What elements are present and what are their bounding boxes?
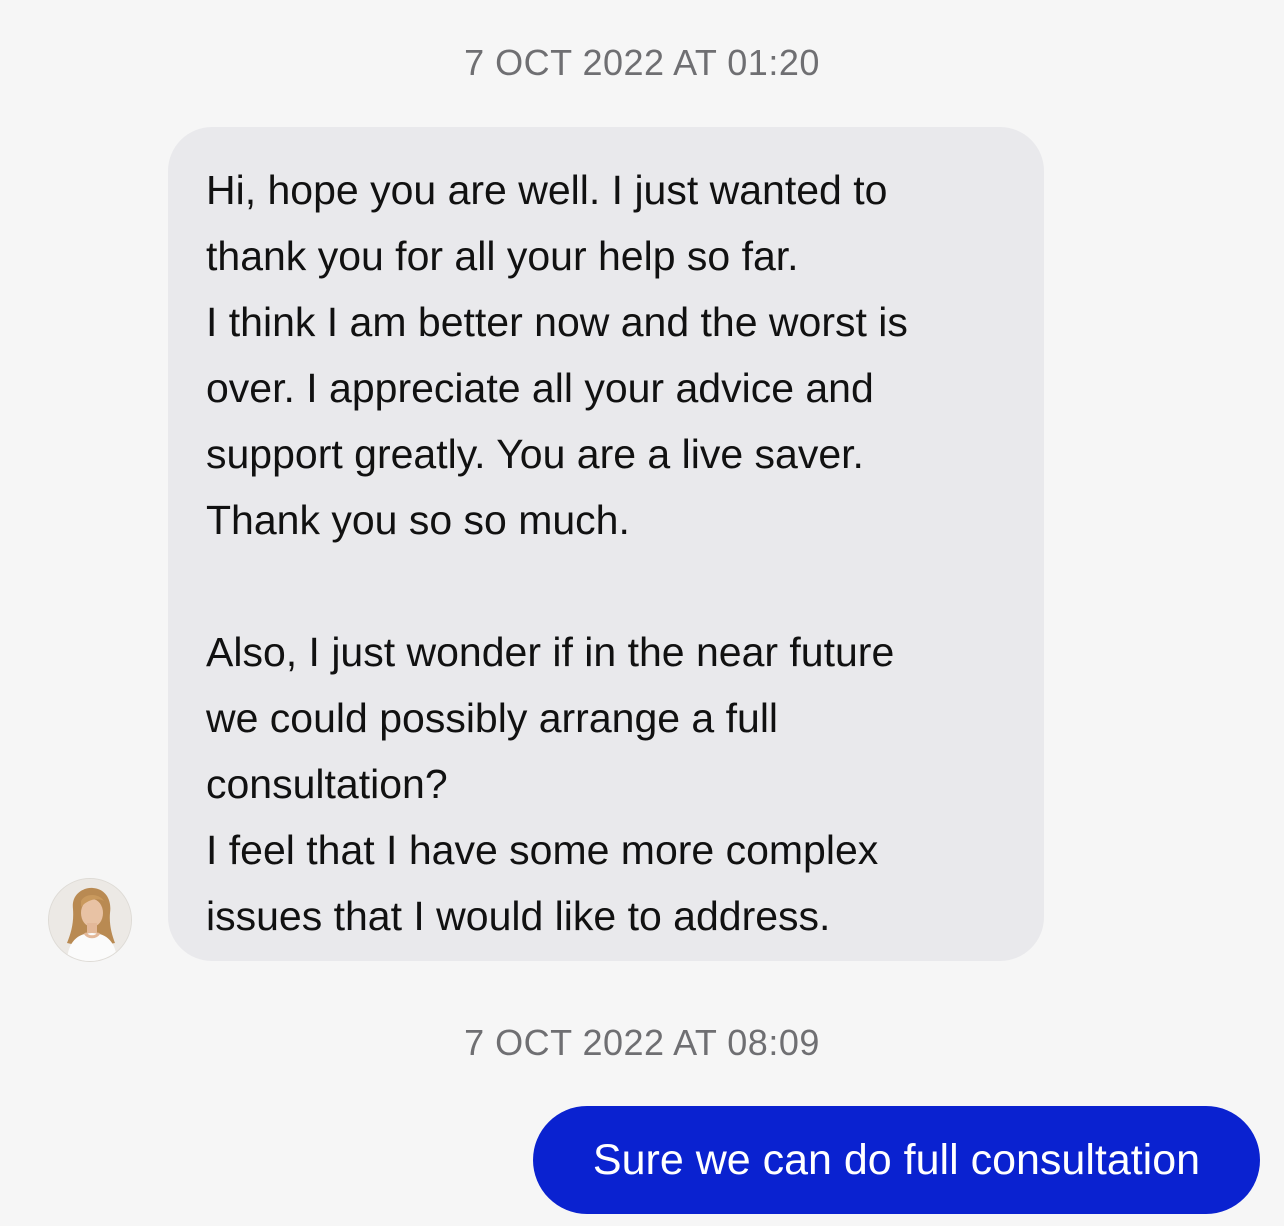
message-paragraph: Also, I just wonder if in the near futur… <box>206 619 1014 949</box>
message-line: over. I appreciate all your advice and <box>206 365 874 411</box>
message-line: Also, I just wonder if in the near futur… <box>206 629 895 675</box>
sender-avatar[interactable] <box>48 878 132 962</box>
message-line: we could possibly arrange a full <box>206 695 779 741</box>
message-timestamp: 7 OCT 2022 AT 08:09 <box>464 1022 820 1063</box>
message-line: Hi, hope you are well. I just wanted to <box>206 167 888 213</box>
message-line: thank you for all your help so far. <box>206 233 799 279</box>
message-line: I feel that I have some more complex <box>206 827 879 873</box>
incoming-message-bubble[interactable]: Hi, hope you are well. I just wanted to … <box>168 127 1044 961</box>
message-line: issues that I would like to address. <box>206 893 831 939</box>
message-line: Thank you so so much. <box>206 497 630 543</box>
outgoing-message-bubble[interactable]: Sure we can do full consultation <box>533 1106 1260 1214</box>
message-line: support greatly. You are a live saver. <box>206 431 864 477</box>
message-paragraph: Hi, hope you are well. I just wanted to … <box>206 157 1014 553</box>
message-timestamp: 7 OCT 2022 AT 01:20 <box>464 42 820 83</box>
message-line: consultation? <box>206 761 448 807</box>
message-line: I think I am better now and the worst is <box>206 299 908 345</box>
user-avatar-photo-icon <box>49 879 131 961</box>
outgoing-message-text: Sure we can do full consultation <box>592 1135 1201 1184</box>
